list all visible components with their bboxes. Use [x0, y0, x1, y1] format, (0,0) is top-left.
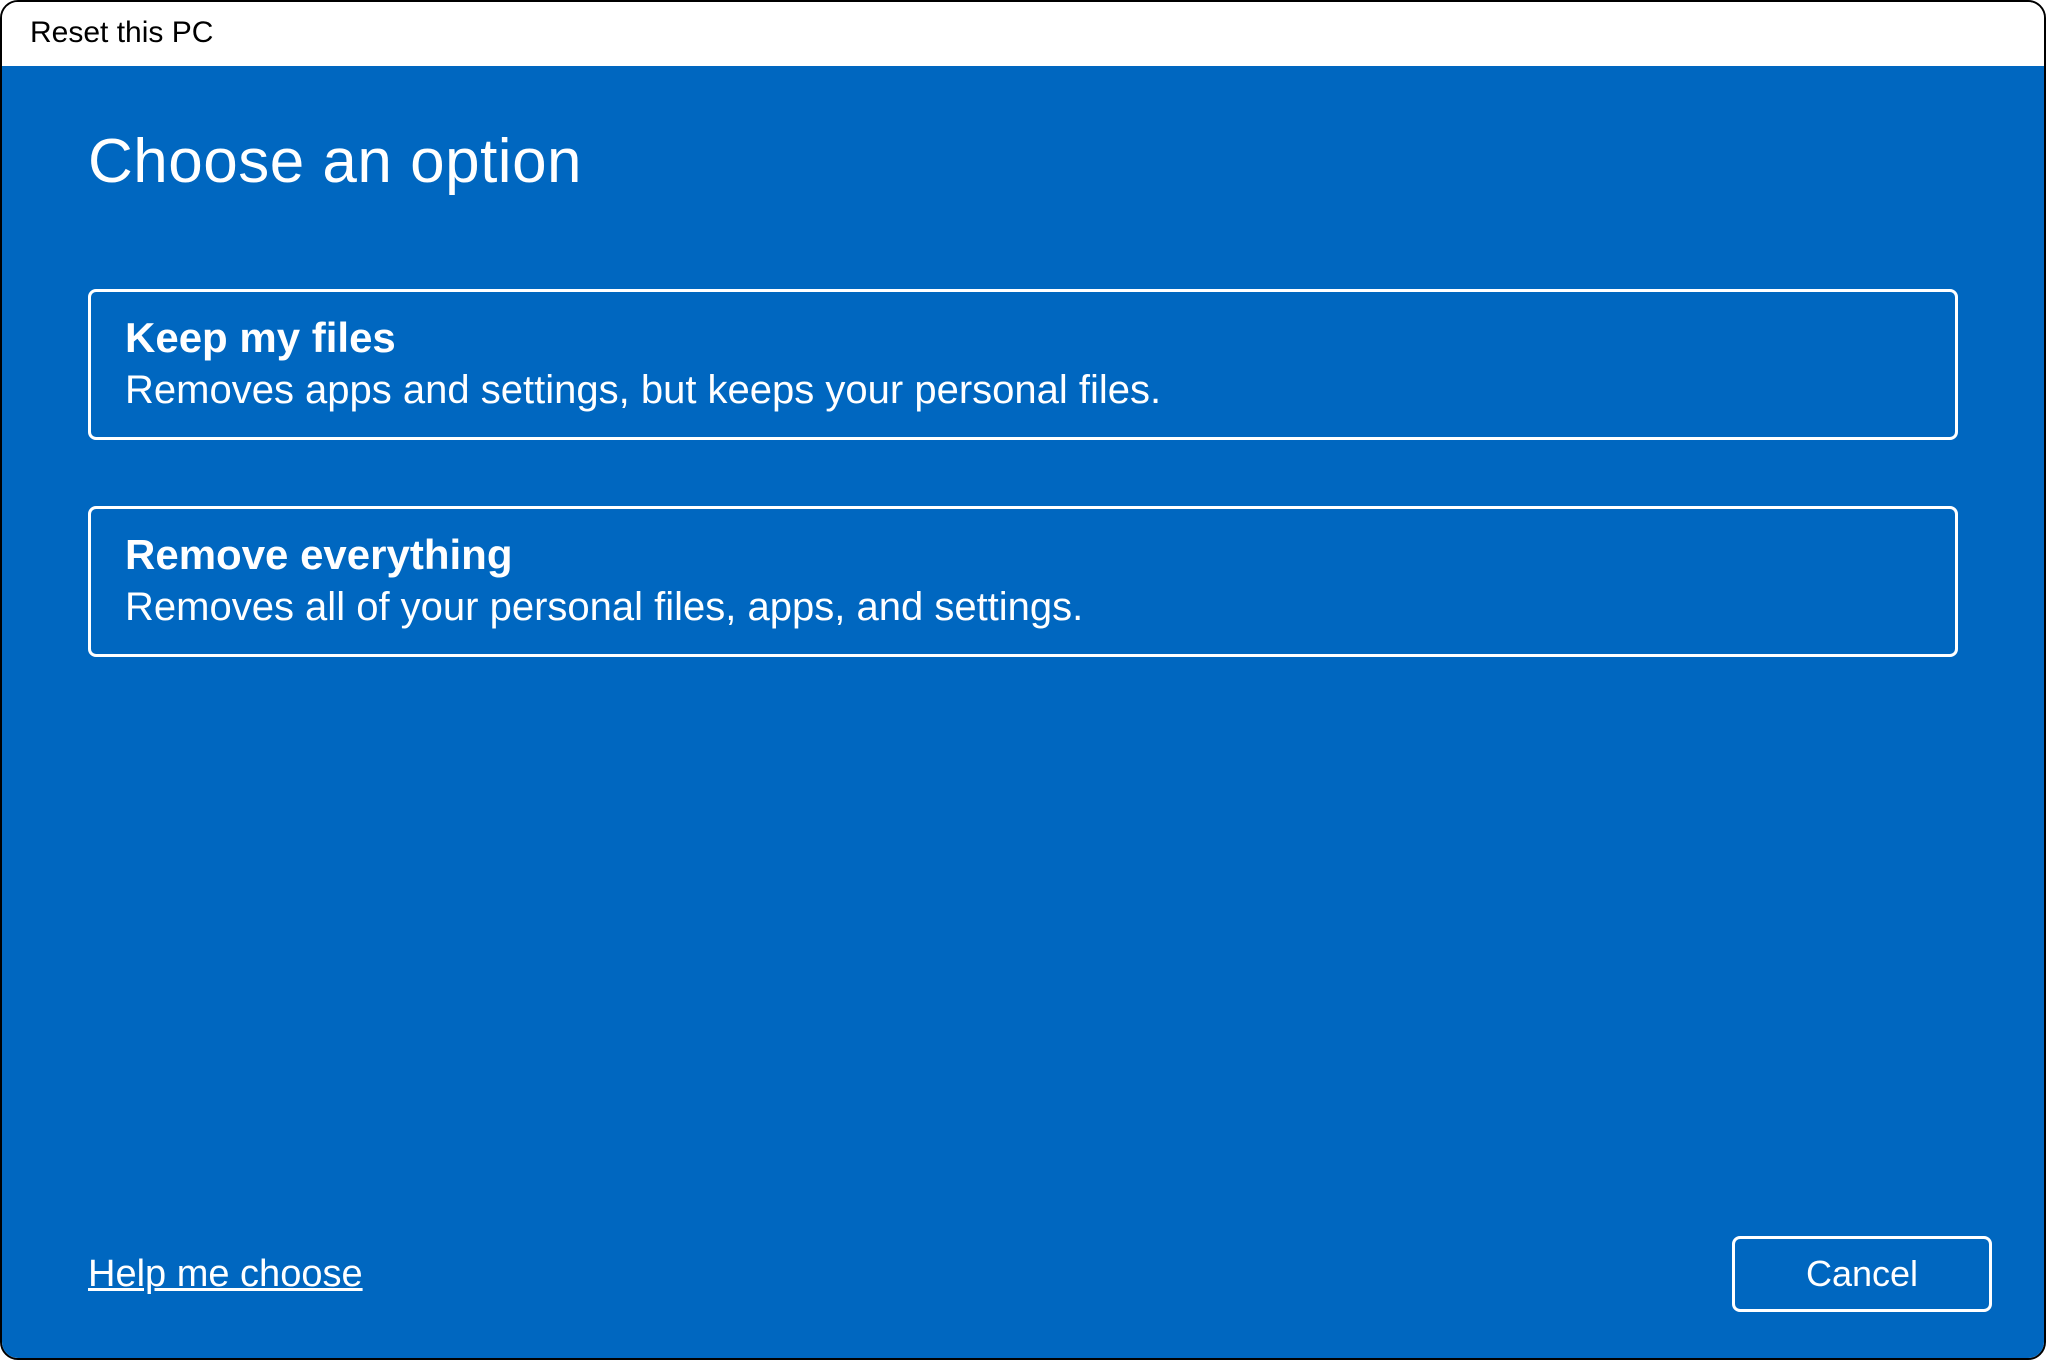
dialog-content: Choose an option Keep my files Removes a… — [2, 66, 2044, 1358]
option-title: Remove everything — [125, 531, 1921, 579]
reset-pc-dialog: Reset this PC Choose an option Keep my f… — [0, 0, 2046, 1360]
window-title: Reset this PC — [30, 16, 2016, 50]
cancel-button[interactable]: Cancel — [1732, 1236, 1992, 1312]
page-heading: Choose an option — [88, 126, 1958, 197]
help-me-choose-link[interactable]: Help me choose — [88, 1253, 363, 1296]
option-keep-my-files[interactable]: Keep my files Removes apps and settings,… — [88, 289, 1958, 440]
titlebar: Reset this PC — [2, 2, 2044, 66]
option-description: Removes apps and settings, but keeps you… — [125, 368, 1921, 413]
options-list: Keep my files Removes apps and settings,… — [88, 289, 1958, 657]
option-description: Removes all of your personal files, apps… — [125, 585, 1921, 630]
option-remove-everything[interactable]: Remove everything Removes all of your pe… — [88, 506, 1958, 657]
option-title: Keep my files — [125, 314, 1921, 362]
dialog-footer: Help me choose Cancel — [88, 1236, 1992, 1312]
